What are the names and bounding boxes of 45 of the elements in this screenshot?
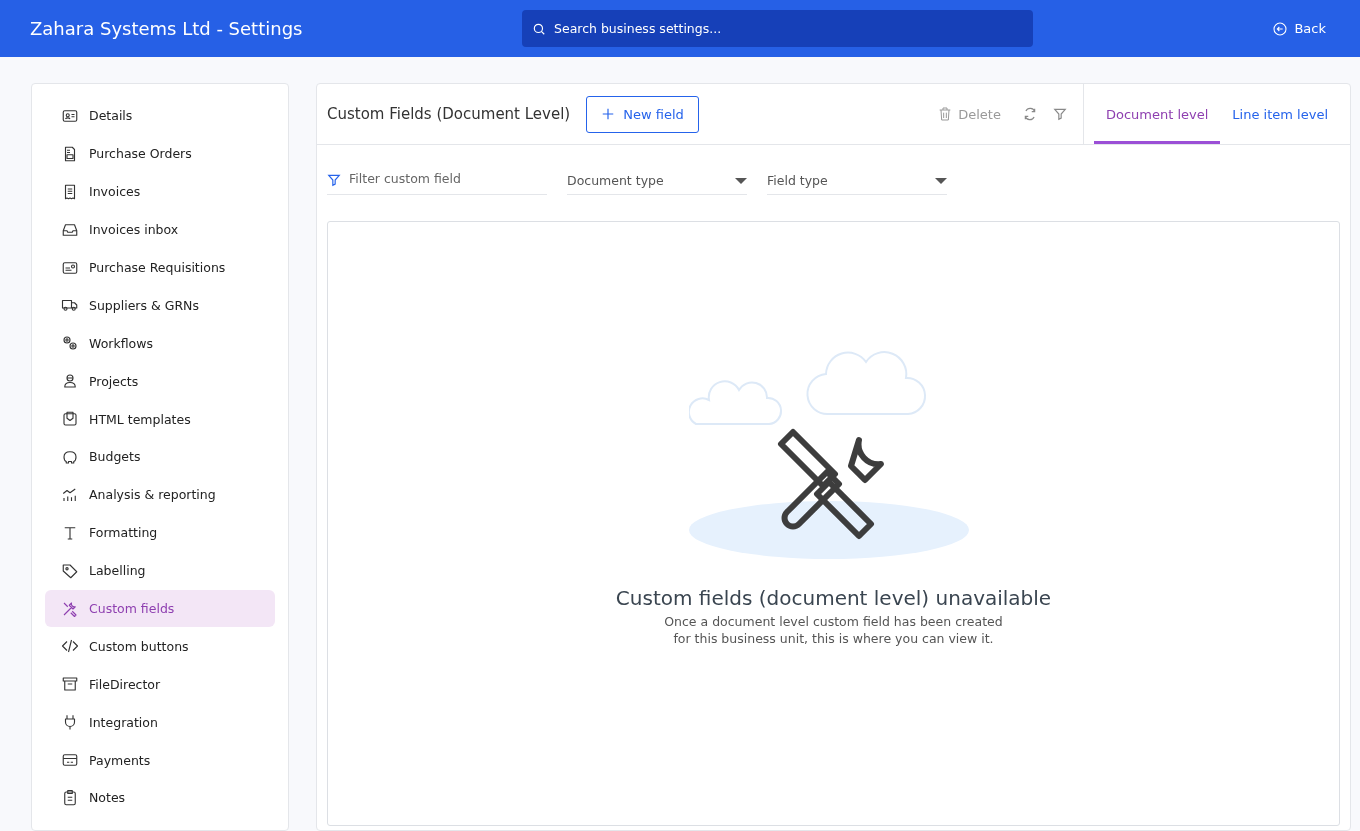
tab[interactable]: Document level [1093,84,1221,144]
sidebar-item[interactable]: Purchase Requisitions [45,248,275,287]
dropdown[interactable]: Document type [567,163,747,195]
tab[interactable]: Line item level [1220,84,1340,144]
menu-item-icon [61,334,79,353]
filter-icon[interactable] [1052,107,1067,121]
new-field-button[interactable]: New field [586,95,699,133]
sidebar-item[interactable]: Integration [45,703,275,742]
sidebar-item[interactable]: FileDirector [45,665,275,704]
empty-state-title: Custom fields (document level) unavailable [615,586,1052,610]
caret-icon [935,177,947,184]
panel-title: Custom Fields (Document Level) [327,105,571,123]
sidebar-item[interactable]: Purchase Orders [45,134,275,173]
search-field[interactable]: Search business settings... [522,10,1033,47]
page-title: Zahara Systems Ltd - Settings [30,18,304,39]
sidebar-item[interactable]: Suppliers & GRNs [45,286,275,325]
sidebar-item[interactable]: Analysis & reporting [45,475,275,514]
empty-state-text: for this business unit, this is where you can view it. [673,631,994,646]
menu-item-icon [61,410,79,429]
dropdown[interactable]: Field type [767,163,947,195]
plus-icon [601,107,616,121]
refresh-icon[interactable] [1022,107,1037,121]
sidebar-item[interactable]: Budgets [45,438,275,476]
sidebar-item[interactable]: Workflows [45,324,275,363]
empty-state-text: Once a document level custom field has been created [664,614,1003,629]
sidebar-item[interactable]: Payments [45,741,275,780]
menu-item-icon [61,599,79,618]
sidebar-item[interactable]: Labelling [45,551,275,590]
sidebar-item[interactable]: Formatting [45,513,275,552]
search-icon [532,22,546,36]
sidebar-item[interactable]: Notes [45,779,275,817]
sidebar-item[interactable]: Projects [45,362,275,401]
sidebar-item[interactable]: Invoices [45,172,275,211]
menu-item-icon [61,788,79,807]
back-button[interactable]: Back [1266,19,1332,38]
filter-icon [327,173,341,187]
menu-item-icon [61,561,79,580]
sidebar-item[interactable]: Invoices inbox [45,210,275,249]
sidebar-item[interactable]: Custom fields [45,589,275,628]
sidebar-item[interactable]: Details [45,97,275,135]
sidebar-item[interactable]: Custom buttons [45,627,275,666]
menu-item-icon [61,675,79,694]
sidebar-item[interactable]: HTML templates [45,400,275,438]
menu-item-icon [61,372,79,391]
caret-icon [735,177,747,184]
